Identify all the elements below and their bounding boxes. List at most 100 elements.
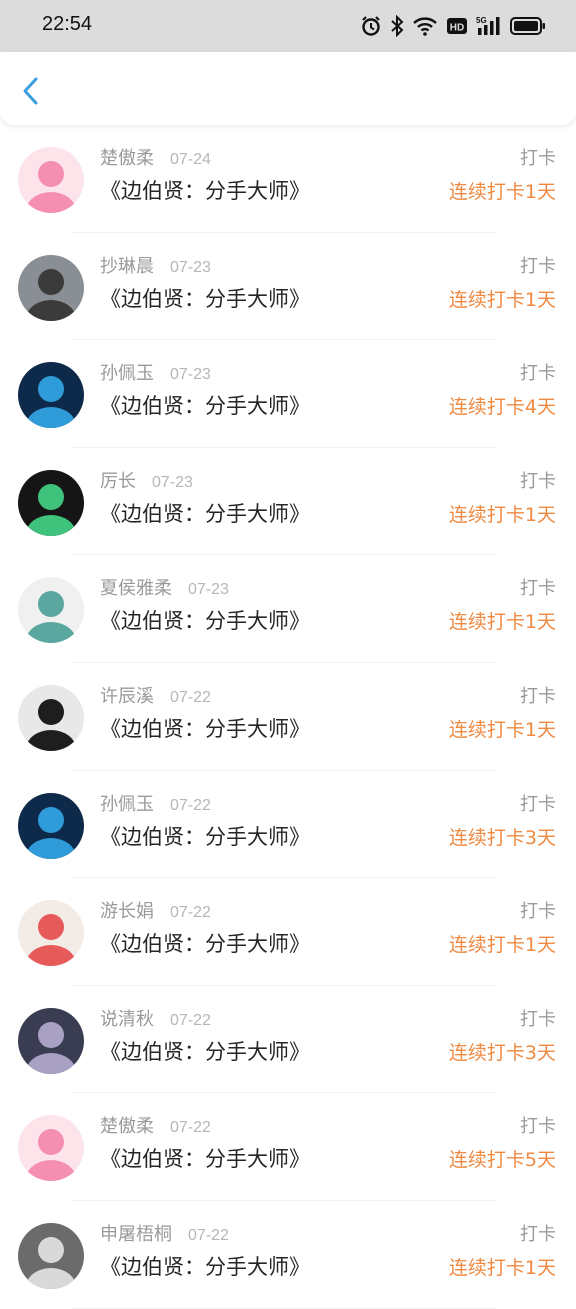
book-title[interactable]: 《边伯贤：分手大师》 [100, 1251, 310, 1281]
username[interactable]: 许辰溪 [100, 682, 154, 708]
hd-icon: HD [446, 16, 468, 36]
username[interactable]: 孙佩玉 [100, 790, 154, 816]
streak-label: 连续打卡3天 [448, 1041, 556, 1064]
top-nav-bar [0, 52, 576, 125]
user-avatar[interactable] [18, 254, 84, 321]
user-avatar[interactable] [18, 1115, 84, 1182]
checkin-date: 07-22 [170, 688, 211, 706]
item-meta: 许辰溪 07-22 [100, 682, 211, 708]
book-title[interactable]: 《边伯贤：分手大师》 [100, 1143, 310, 1173]
user-avatar[interactable] [18, 362, 84, 429]
checkin-list-item[interactable]: 抄琳晨 07-23 《边伯贤：分手大师》 打卡连续打卡1天 [0, 233, 576, 341]
checkin-list-item[interactable]: 申屠梧桐 07-22 《边伯贤：分手大师》 打卡连续打卡1天 [0, 1201, 576, 1309]
item-meta: 抄琳晨 07-23 [100, 252, 211, 278]
item-meta: 游长娟 07-22 [100, 897, 211, 923]
status-bar: 22:54 HD 5G [0, 0, 576, 52]
checkin-list-item[interactable]: 说清秋 07-22 《边伯贤：分手大师》 打卡连续打卡3天 [0, 986, 576, 1094]
battery-icon [510, 16, 546, 36]
username[interactable]: 申屠梧桐 [100, 1220, 172, 1246]
svg-text:5G: 5G [476, 16, 487, 25]
streak-label: 连续打卡1天 [448, 1256, 556, 1279]
username[interactable]: 抄琳晨 [100, 252, 154, 278]
checkin-label: 打卡 [520, 148, 556, 169]
svg-text:HD: HD [450, 23, 464, 34]
checkin-label: 打卡 [520, 793, 556, 815]
checkin-date: 07-23 [152, 473, 193, 491]
checkin-label: 打卡 [520, 578, 556, 600]
book-title[interactable]: 《边伯贤：分手大师》 [100, 390, 310, 420]
checkin-label: 打卡 [520, 1008, 556, 1030]
checkin-date: 07-22 [170, 796, 211, 814]
checkin-date: 07-23 [188, 581, 229, 599]
streak-label: 连续打卡3天 [448, 826, 556, 849]
book-title[interactable]: 《边伯贤：分手大师》 [100, 498, 310, 528]
user-avatar[interactable] [18, 792, 84, 859]
checkin-list-item[interactable]: 许辰溪 07-22 《边伯贤：分手大师》 打卡连续打卡1天 [0, 663, 576, 771]
book-title[interactable]: 《边伯贤：分手大师》 [100, 928, 310, 958]
item-meta: 楚傲柔 07-22 [100, 1112, 211, 1138]
checkin-list-item[interactable]: 夏侯雅柔 07-23 《边伯贤：分手大师》 打卡连续打卡1天 [0, 555, 576, 663]
5g-signal-icon: 5G [476, 15, 502, 37]
book-title[interactable]: 《边伯贤：分手大师》 [100, 175, 310, 205]
username[interactable]: 说清秋 [100, 1005, 154, 1031]
checkin-label: 打卡 [520, 685, 556, 707]
item-meta: 申屠梧桐 07-22 [100, 1220, 229, 1246]
bluetooth-icon [390, 15, 404, 37]
checkin-date: 07-23 [170, 258, 211, 276]
username[interactable]: 孙佩玉 [100, 359, 154, 385]
user-avatar[interactable] [18, 577, 84, 644]
checkin-label: 打卡 [520, 901, 556, 923]
streak-label: 连续打卡1天 [448, 611, 556, 634]
item-meta: 楚傲柔 07-24 [100, 144, 211, 170]
checkin-list-item[interactable]: 楚傲柔 07-24 《边伯贤：分手大师》 打卡连续打卡1天 [0, 125, 576, 233]
user-avatar[interactable] [18, 147, 84, 213]
checkin-label: 打卡 [520, 470, 556, 492]
item-meta: 孙佩玉 07-23 [100, 359, 211, 385]
checkin-list-item[interactable]: 楚傲柔 07-22 《边伯贤：分手大师》 打卡连续打卡5天 [0, 1093, 576, 1201]
streak-label: 连续打卡1天 [448, 288, 556, 311]
streak-label: 连续打卡1天 [448, 503, 556, 526]
streak-label: 连续打卡5天 [448, 1149, 556, 1172]
checkin-label: 打卡 [520, 1116, 556, 1138]
username[interactable]: 楚傲柔 [100, 1112, 154, 1138]
checkin-list-item[interactable]: 厉长 07-23 《边伯贤：分手大师》 打卡连续打卡1天 [0, 448, 576, 556]
book-title[interactable]: 《边伯贤：分手大师》 [100, 1036, 310, 1066]
chevron-left-icon [14, 77, 50, 112]
book-title[interactable]: 《边伯贤：分手大师》 [100, 605, 310, 635]
user-avatar[interactable] [18, 1007, 84, 1074]
username[interactable]: 厉长 [100, 467, 136, 493]
checkin-label: 打卡 [520, 255, 556, 277]
streak-label: 连续打卡1天 [448, 181, 556, 203]
username[interactable]: 游长娟 [100, 897, 154, 923]
checkin-date: 07-22 [188, 1226, 229, 1244]
checkin-date: 07-24 [170, 151, 211, 168]
checkin-date: 07-23 [170, 366, 211, 384]
item-meta: 孙佩玉 07-22 [100, 790, 211, 816]
checkin-list-item[interactable]: 游长娟 07-22 《边伯贤：分手大师》 打卡 连续打卡1天 [0, 878, 576, 986]
book-title[interactable]: 《边伯贤：分手大师》 [100, 283, 310, 313]
book-title[interactable]: 《边伯贤：分手大师》 [100, 821, 310, 851]
streak-label: 连续打卡1天 [448, 718, 556, 741]
checkin-label: 打卡 [520, 363, 556, 385]
status-icons: HD 5G [360, 14, 546, 38]
checkin-label: 打卡 [520, 1223, 556, 1245]
checkin-date: 07-22 [170, 1119, 211, 1137]
username[interactable]: 楚傲柔 [100, 144, 154, 170]
status-time: 22:54 [42, 13, 93, 35]
user-avatar[interactable] [18, 469, 84, 536]
user-avatar[interactable] [18, 900, 84, 967]
checkin-list-item[interactable]: 孙佩玉 07-22 《边伯贤：分手大师》 打卡连续打卡3天 [0, 771, 576, 879]
user-avatar[interactable] [18, 684, 84, 751]
back-button[interactable] [14, 72, 50, 108]
checkin-list-item[interactable]: 孙佩玉 07-23 《边伯贤：分手大师》 打卡连续打卡4天 [0, 340, 576, 448]
book-title[interactable]: 《边伯贤：分手大师》 [100, 713, 310, 743]
checkin-date: 07-22 [170, 904, 211, 922]
username[interactable]: 夏侯雅柔 [100, 574, 172, 600]
checkin-date: 07-22 [170, 1011, 211, 1029]
item-meta: 说清秋 07-22 [100, 1005, 211, 1031]
item-meta: 夏侯雅柔 07-23 [100, 574, 229, 600]
item-meta: 厉长 07-23 [100, 467, 193, 493]
user-avatar[interactable] [18, 1222, 84, 1289]
streak-label: 连续打卡4天 [448, 396, 556, 419]
row-divider [72, 1307, 496, 1309]
